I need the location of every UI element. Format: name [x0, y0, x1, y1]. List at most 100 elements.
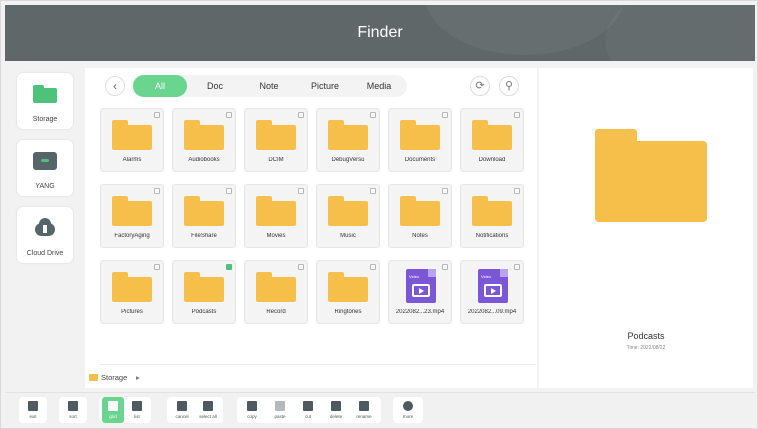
- folder-preview-icon: [595, 129, 707, 222]
- sort-icon: [68, 401, 78, 411]
- folder-icon: [472, 196, 512, 226]
- folder-icon: [256, 196, 296, 226]
- select-checkbox[interactable]: [370, 112, 376, 118]
- folder-item[interactable]: Movies: [244, 184, 308, 248]
- select-checkbox[interactable]: [226, 264, 232, 270]
- delete-button[interactable]: delete: [325, 397, 347, 423]
- file-name: Record: [266, 309, 286, 315]
- folder-item[interactable]: DCIM: [244, 108, 308, 172]
- select-checkbox[interactable]: [226, 188, 232, 194]
- toolbar-label: rename: [356, 414, 372, 419]
- grid-view-button[interactable]: grid: [102, 397, 124, 423]
- folder-item[interactable]: DebugVersu: [316, 108, 380, 172]
- select-checkbox[interactable]: [514, 264, 520, 270]
- toolbar-group: cancel select all: [167, 397, 223, 423]
- folder-item[interactable]: Alarms: [100, 108, 164, 172]
- folder-item[interactable]: Podcasts: [172, 260, 236, 324]
- select-checkbox[interactable]: [514, 188, 520, 194]
- sort-button[interactable]: sort: [62, 397, 84, 423]
- select-checkbox[interactable]: [370, 264, 376, 270]
- file-name: Alarms: [122, 157, 142, 163]
- folder-item[interactable]: Notes: [388, 184, 452, 248]
- folder-icon: [184, 120, 224, 150]
- tab-doc[interactable]: Doc: [189, 75, 241, 97]
- toolbar-label: paste: [274, 414, 286, 419]
- video-badge-label: Video: [409, 274, 420, 279]
- select-checkbox[interactable]: [370, 188, 376, 194]
- file-name: Movies: [266, 233, 286, 239]
- toolbar-group: grid list: [99, 397, 151, 423]
- cut-button[interactable]: cut: [297, 397, 319, 423]
- folder-item[interactable]: Music: [316, 184, 380, 248]
- select-checkbox[interactable]: [298, 112, 304, 118]
- folder-item[interactable]: Documents: [388, 108, 452, 172]
- select-checkbox[interactable]: [298, 188, 304, 194]
- select-checkbox[interactable]: [442, 188, 448, 194]
- video-badge-label: Video: [481, 274, 492, 279]
- folder-item[interactable]: Pictures: [100, 260, 164, 324]
- back-button[interactable]: ‹: [105, 76, 125, 96]
- toolbar-label: select all: [199, 414, 217, 419]
- sidebar-item-cloud-drive[interactable]: Cloud Drive: [17, 207, 73, 263]
- file-name: 2022082...09.mp4: [467, 309, 517, 315]
- folder-icon: [112, 272, 152, 302]
- tab-note[interactable]: Note: [243, 75, 295, 97]
- select-all-icon: [203, 401, 213, 411]
- copy-button[interactable]: copy: [241, 397, 263, 423]
- list-view-icon: [132, 401, 142, 411]
- folder-item[interactable]: Notifications: [460, 184, 524, 248]
- folder-icon: [328, 196, 368, 226]
- copy-icon: [247, 401, 257, 411]
- folder-item[interactable]: FileShare: [172, 184, 236, 248]
- filter-tabs: All Doc Note Picture Media: [131, 75, 407, 97]
- file-name: Ringtones: [334, 309, 362, 315]
- select-checkbox[interactable]: [154, 264, 160, 270]
- select-checkbox[interactable]: [514, 112, 520, 118]
- file-name: Notes: [412, 233, 428, 239]
- tab-media[interactable]: Media: [353, 75, 405, 97]
- grid-view-icon: [108, 401, 118, 411]
- divider: [100, 364, 536, 365]
- folder-icon: [112, 196, 152, 226]
- video-file-item[interactable]: Video 2022082...09.mp4: [460, 260, 524, 324]
- exit-icon: [28, 401, 38, 411]
- finder-window: Finder Storage YANG Cloud Drive ‹ All Do…: [0, 0, 758, 429]
- folder-item[interactable]: Ringtones: [316, 260, 380, 324]
- select-all-button[interactable]: select all: [197, 397, 219, 423]
- more-button[interactable]: more: [397, 397, 419, 423]
- cancel-button[interactable]: cancel: [171, 397, 193, 423]
- sidebar-item-yang[interactable]: YANG: [17, 140, 73, 196]
- select-checkbox[interactable]: [154, 188, 160, 194]
- list-view-button[interactable]: list: [126, 397, 148, 423]
- toolbar-label: list: [134, 414, 140, 419]
- folder-item[interactable]: Download: [460, 108, 524, 172]
- tab-picture[interactable]: Picture: [297, 75, 353, 97]
- sidebar-item-storage[interactable]: Storage: [17, 73, 73, 129]
- cut-icon: [303, 401, 313, 411]
- file-name: Podcasts: [191, 309, 217, 315]
- toolbar-label: cut: [304, 414, 311, 419]
- tab-all[interactable]: All: [133, 75, 187, 97]
- folder-item[interactable]: FactoryAging: [100, 184, 164, 248]
- video-file-item[interactable]: Video 2022082...23.mp4: [388, 260, 452, 324]
- paste-icon: [275, 401, 285, 411]
- delete-icon: [331, 401, 341, 411]
- select-checkbox[interactable]: [442, 112, 448, 118]
- toolbar-group: exit: [19, 397, 47, 423]
- file-name: DebugVersu: [331, 157, 365, 163]
- select-checkbox[interactable]: [442, 264, 448, 270]
- paste-button[interactable]: paste: [269, 397, 291, 423]
- select-checkbox[interactable]: [154, 112, 160, 118]
- cloud-upload-icon: [32, 217, 58, 237]
- search-button[interactable]: ⚲: [499, 76, 519, 96]
- folder-item[interactable]: Record: [244, 260, 308, 324]
- rename-button[interactable]: rename: [353, 397, 375, 423]
- folder-item[interactable]: Audiobooks: [172, 108, 236, 172]
- exit-button[interactable]: exit: [22, 397, 44, 423]
- folder-icon: [400, 196, 440, 226]
- select-checkbox[interactable]: [226, 112, 232, 118]
- refresh-button[interactable]: ⟳: [470, 76, 490, 96]
- app-header: Finder: [5, 5, 755, 61]
- select-checkbox[interactable]: [298, 264, 304, 270]
- file-name: Documents: [404, 157, 436, 163]
